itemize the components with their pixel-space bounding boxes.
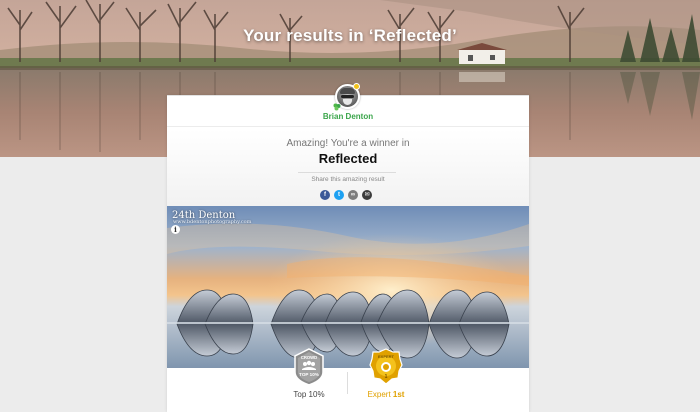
- username-link[interactable]: Brian Denton: [167, 112, 529, 121]
- expert-badge-text: EXPERT: [378, 354, 395, 359]
- share-divider: [298, 172, 396, 173]
- share-label: Share this amazing result: [311, 176, 385, 183]
- crowd-badge-icon[interactable]: CROWD TOP 10%: [293, 348, 325, 386]
- facebook-share-icon[interactable]: f: [320, 190, 330, 200]
- share-buttons: f t ∞ ✉: [320, 190, 372, 200]
- winner-message: Amazing! You're a winner in: [286, 138, 410, 149]
- watermark-url: www.bdentonphotography.com: [173, 219, 252, 225]
- crowd-result-text: Top 10%: [293, 390, 325, 399]
- badge-divider: [347, 372, 348, 394]
- crowd-badge-rank: TOP 10%: [299, 372, 319, 377]
- challenge-name[interactable]: Reflected: [167, 151, 529, 166]
- expert-badge-rank: 1: [385, 374, 388, 380]
- info-icon[interactable]: i: [171, 225, 180, 234]
- crowd-badge-text: CROWD: [301, 355, 317, 360]
- result-card: Brian Denton Amazing! You're a winner in…: [167, 83, 529, 412]
- winning-photo[interactable]: 24th Denton www.bdentonphotography.com i: [167, 206, 529, 368]
- page-title: Your results in ‘Reflected’: [243, 26, 457, 45]
- photo-watermark: 24th Denton www.bdentonphotography.com: [172, 210, 251, 225]
- expert-result-label: Expert 1st: [356, 390, 416, 399]
- avatar-glasses: [341, 95, 354, 98]
- result-summary: Brian Denton Amazing! You're a winner in…: [167, 83, 529, 206]
- crowd-result-label: Top 10%: [279, 390, 339, 399]
- leaf-status-icon: [333, 103, 341, 111]
- achievement-badges: CROWD TOP 10% EXPERT 1 Top 10% Expert 1s…: [167, 348, 529, 412]
- expert-result-text: Expert: [367, 390, 393, 399]
- avatar-hat: [340, 88, 355, 94]
- gold-status-badge-icon: [353, 83, 360, 90]
- photo-image: [167, 206, 529, 368]
- copy-link-icon[interactable]: ∞: [348, 190, 358, 200]
- email-share-icon[interactable]: ✉: [362, 190, 372, 200]
- avatar-beard: [343, 99, 352, 105]
- expert-result-rank: 1st: [392, 390, 405, 399]
- divider: [167, 126, 529, 127]
- twitter-share-icon[interactable]: t: [334, 190, 344, 200]
- expert-badge-icon[interactable]: EXPERT 1: [369, 348, 403, 386]
